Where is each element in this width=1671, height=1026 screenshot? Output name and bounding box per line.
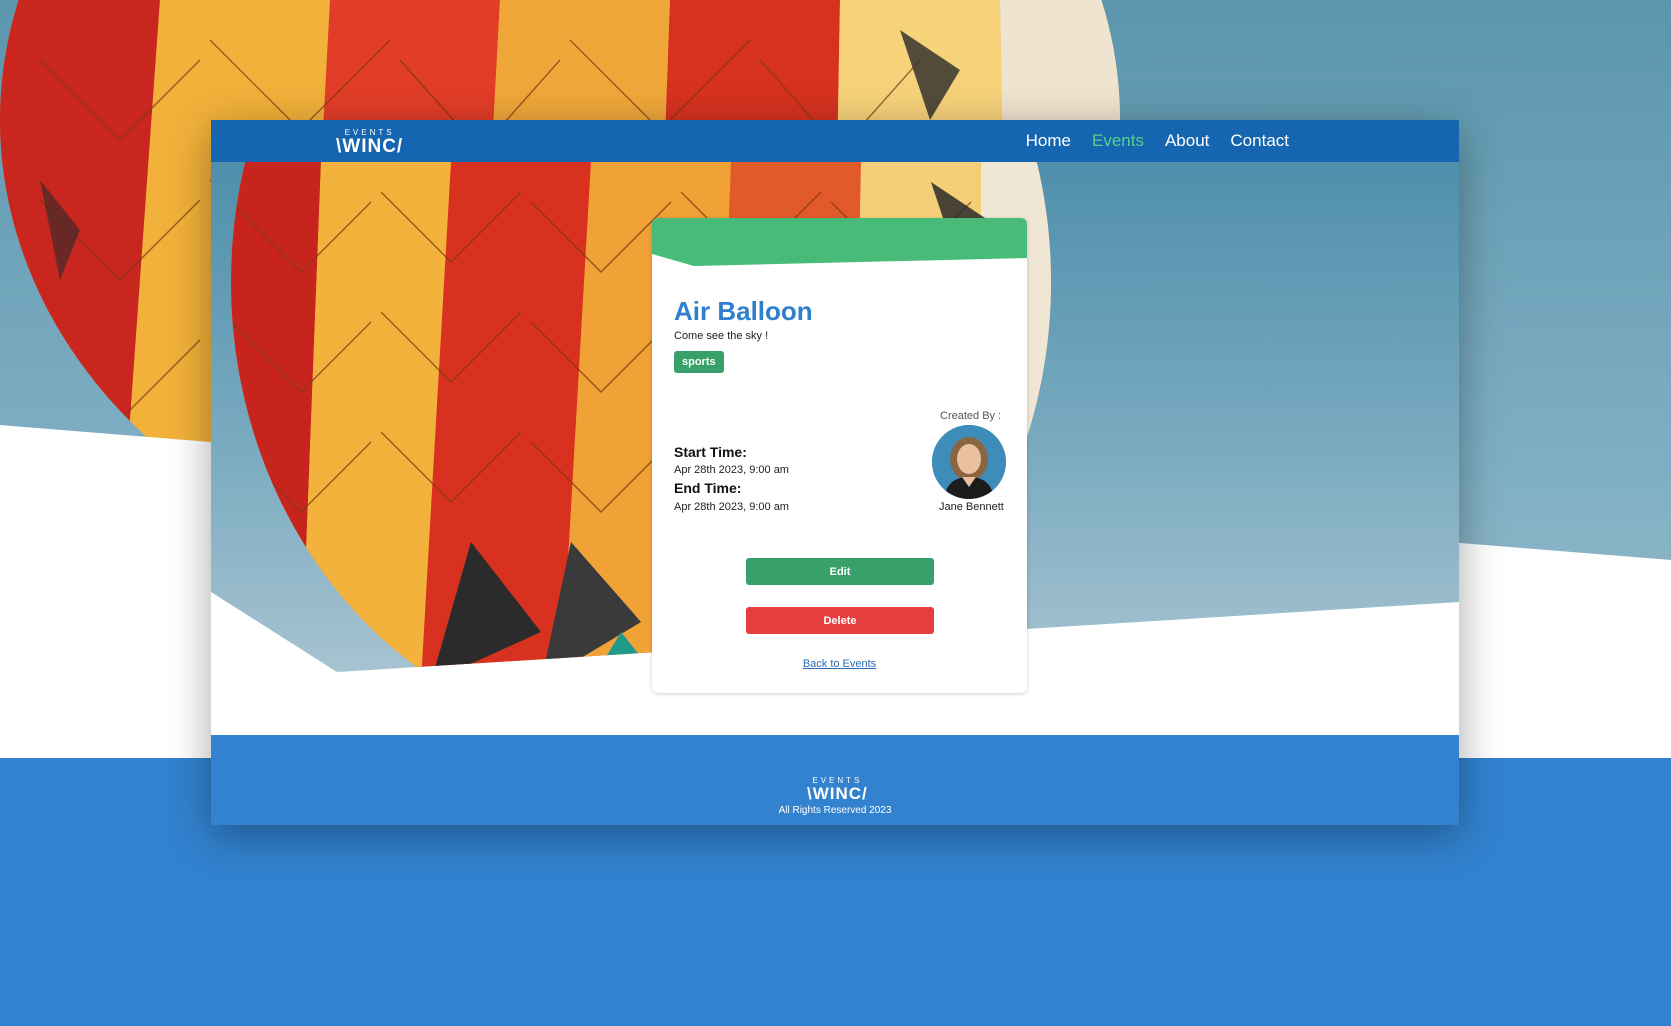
page-frame: EVENTS \WINC/ Home Events About Contact … — [211, 120, 1459, 825]
event-title: Air Balloon — [674, 296, 813, 326]
edit-button[interactable]: Edit — [746, 558, 934, 585]
footer-logo-big-text: \WINC/ — [807, 784, 868, 803]
end-time-value: Apr 28th 2023, 9:00 am — [674, 501, 789, 513]
nav-contact[interactable]: Contact — [1230, 131, 1289, 151]
category-tag: sports — [674, 351, 724, 373]
event-description: Come see the sky ! — [674, 330, 769, 342]
creator-name: Jane Bennett — [939, 501, 1004, 513]
footer-logo[interactable]: EVENTS \WINC/ — [807, 777, 868, 803]
creator-avatar[interactable] — [932, 425, 1006, 499]
navbar: EVENTS \WINC/ Home Events About Contact — [211, 120, 1459, 162]
card-banner — [652, 218, 1027, 266]
logo-big-text: \WINC/ — [336, 136, 404, 157]
nav-links: Home Events About Contact — [1026, 131, 1289, 151]
avatar-icon — [932, 425, 1006, 499]
back-to-events-link[interactable]: Back to Events — [652, 658, 1027, 670]
event-card: Air Balloon Come see the sky ! sports St… — [652, 218, 1027, 693]
nav-about[interactable]: About — [1165, 131, 1209, 151]
copyright-text: All Rights Reserved 2023 — [778, 805, 892, 816]
delete-button[interactable]: Delete — [746, 607, 934, 634]
start-time-value: Apr 28th 2023, 9:00 am — [674, 464, 789, 476]
start-time-label: Start Time: — [674, 444, 747, 460]
brand-logo[interactable]: EVENTS \WINC/ — [336, 129, 404, 157]
nav-events[interactable]: Events — [1092, 131, 1144, 151]
nav-home[interactable]: Home — [1026, 131, 1071, 151]
created-by-label: Created By : — [940, 410, 1002, 422]
end-time-label: End Time: — [674, 480, 742, 496]
